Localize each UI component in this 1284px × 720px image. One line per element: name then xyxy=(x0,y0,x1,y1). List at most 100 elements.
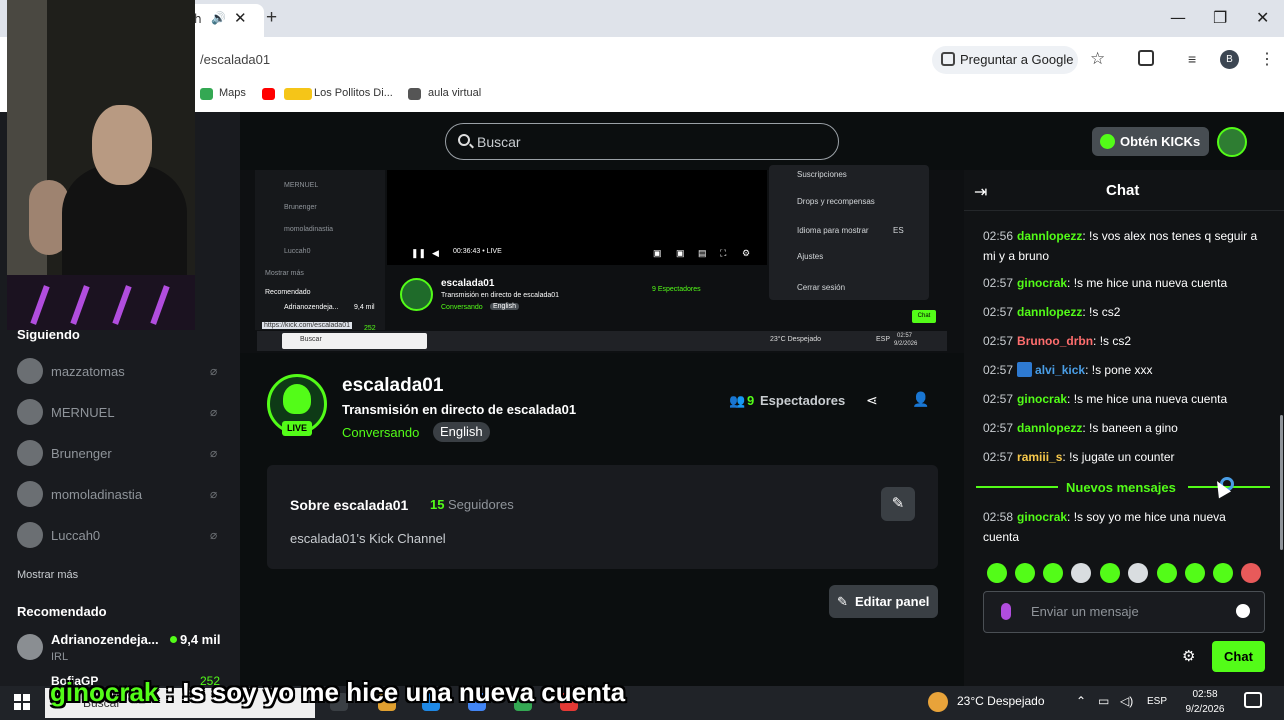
screen: { "browser": { "tab_fragment": "h", "add… xyxy=(0,0,1284,720)
recommended-viewers: 9,4 mil xyxy=(180,632,221,647)
sidebar-item-brunenger[interactable]: Brunenger xyxy=(51,446,112,461)
network-icon[interactable]: ▭ xyxy=(1098,694,1109,708)
stream-category[interactable]: Conversando xyxy=(342,425,419,440)
chat-send-button[interactable]: Chat xyxy=(1212,641,1265,672)
sidebar-item-mernuel[interactable]: MERNUEL xyxy=(51,405,115,420)
follow-icon[interactable]: 👤 xyxy=(912,391,929,408)
google-lens-icon xyxy=(941,52,955,66)
extensions-icon[interactable] xyxy=(1138,50,1154,66)
emote-icon[interactable] xyxy=(1043,563,1063,583)
recommended-channel-name[interactable]: Adrianozendeja... xyxy=(51,632,159,647)
captured-show-more: Mostrar más xyxy=(265,270,304,277)
sidebar-item-momoladinastia[interactable]: momoladinastia xyxy=(51,487,142,502)
captured-chat-button: Chat xyxy=(912,310,936,323)
captured-rec-name: Adrianozendeja... xyxy=(284,304,339,311)
recommended-category: IRL xyxy=(51,651,69,663)
captured-channel-avatar xyxy=(400,278,433,311)
viewers-label: Espectadores xyxy=(760,393,846,408)
captured-gear-icon: ⚙ xyxy=(742,248,751,258)
emote-icon[interactable] xyxy=(1241,563,1261,583)
captured-clock-time: 02:57 xyxy=(897,333,913,339)
notifications-icon[interactable] xyxy=(1244,692,1262,708)
channel-description: escalada01's Kick Channel xyxy=(290,531,446,546)
close-tab-icon[interactable]: ✕ xyxy=(234,9,247,27)
chat-message: 02:57 alvi_kick: !s pone xxx xyxy=(983,362,1153,377)
emote-icon[interactable] xyxy=(1128,563,1148,583)
avatar[interactable] xyxy=(17,440,43,466)
captured-fullscreen-icon: ⛶ xyxy=(720,248,727,258)
tray-chevron-icon[interactable]: ⌃ xyxy=(1076,694,1086,708)
emote-icon[interactable] xyxy=(1213,563,1233,583)
kicks-coin-icon xyxy=(1100,134,1115,149)
collapse-chat-icon[interactable]: ⇥ xyxy=(974,182,987,202)
captured-weather: 23°C Despejado xyxy=(770,336,822,343)
media-control-icon[interactable]: ≡ xyxy=(1188,51,1196,67)
captured-player-icon: ▣ xyxy=(676,248,685,258)
show-more-link[interactable]: Mostrar más xyxy=(17,569,78,581)
url-field[interactable]: /escalada01 xyxy=(200,52,270,67)
sidebar-item-luccah0[interactable]: Luccah0 xyxy=(51,528,100,543)
chat-message: 02:57 dannlopezz: !s baneen a gino xyxy=(983,421,1178,435)
captured-channel-name: escalada01 xyxy=(441,278,495,289)
edit-about-button[interactable]: ✎ xyxy=(881,487,915,521)
volume-icon[interactable]: ◁) xyxy=(1120,694,1133,708)
captured-menu-item: Suscripciones xyxy=(797,170,847,179)
emote-icon[interactable] xyxy=(1157,563,1177,583)
minimize-icon[interactable]: — xyxy=(1170,8,1186,27)
captured-time: 00:36:43 • LIVE xyxy=(453,248,502,255)
ask-google-label: Preguntar a Google xyxy=(960,52,1074,67)
edit-panel-label: Editar panel xyxy=(855,594,930,609)
avatar[interactable] xyxy=(17,634,43,660)
captured-lang: ESP xyxy=(876,336,891,343)
captured-sidebar-item: MERNUEL xyxy=(284,182,319,189)
volume-icon: ◀ xyxy=(432,248,439,258)
avatar[interactable] xyxy=(17,358,43,384)
language-indicator[interactable]: ESP xyxy=(1147,696,1167,707)
avatar[interactable] xyxy=(17,399,43,425)
language-tag[interactable]: English xyxy=(433,422,490,442)
user-avatar[interactable] xyxy=(1217,127,1247,157)
speaker-icon[interactable]: 🔊 xyxy=(211,11,226,25)
maps-icon xyxy=(200,88,213,100)
bookmark-aula-virtual[interactable]: aula virtual xyxy=(428,87,481,99)
taskbar-weather[interactable]: 23°C Despejado xyxy=(957,694,1045,708)
emote-icon[interactable] xyxy=(1185,563,1205,583)
captured-menu-item: Drops y recompensas xyxy=(797,197,875,206)
emote-icon[interactable] xyxy=(1100,563,1120,583)
emote-icon[interactable] xyxy=(1071,563,1091,583)
about-panel xyxy=(267,465,938,569)
offline-icon: ⌀ xyxy=(210,528,218,542)
avatar[interactable] xyxy=(17,522,43,548)
emoji-picker-icon[interactable] xyxy=(1236,604,1250,618)
emote-icon[interactable] xyxy=(1015,563,1035,583)
viewers-count: 9 xyxy=(747,393,755,408)
taskbar-clock[interactable]: 02:58 9/2/2026 xyxy=(1176,687,1234,717)
channel-name[interactable]: escalada01 xyxy=(342,375,443,397)
share-icon[interactable]: ⋖ xyxy=(866,392,878,409)
browser-menu-icon[interactable]: ⋮ xyxy=(1259,49,1275,69)
chick-emoji-icon xyxy=(284,88,312,100)
restore-icon[interactable]: ❐ xyxy=(1213,8,1227,27)
stream-title: Transmisión en directo de escalada01 xyxy=(342,402,577,417)
close-window-icon[interactable]: ✕ xyxy=(1256,8,1269,27)
chat-settings-icon[interactable]: ⚙ xyxy=(1182,647,1195,665)
sidebar-item-mazzatomas[interactable]: mazzatomas xyxy=(51,364,125,379)
windows-start-icon[interactable] xyxy=(14,694,30,710)
bookmark-star-icon[interactable]: ☆ xyxy=(1090,49,1105,69)
chat-scrollbar[interactable] xyxy=(1280,415,1283,550)
microphone-icon[interactable] xyxy=(1001,603,1011,620)
new-messages-label[interactable]: Nuevos mensajes xyxy=(1066,480,1176,495)
captured-sidebar-item: momoladinastia xyxy=(284,226,334,233)
captured-stream-title: Transmisión en directo de escalada01 xyxy=(441,292,560,299)
profile-avatar[interactable]: B xyxy=(1220,50,1239,69)
captured-rec-viewers: 9,4 mil xyxy=(354,304,375,311)
bookmark-pollitos[interactable]: Los Pollitos Di... xyxy=(314,87,393,99)
emote-icon[interactable] xyxy=(987,563,1007,583)
captured-menu-item: Ajustes xyxy=(797,252,824,261)
new-tab-icon[interactable]: + xyxy=(266,7,277,29)
pause-icon: ❚❚ xyxy=(411,248,427,258)
chat-message: 02:57 dannlopezz: !s cs2 xyxy=(983,305,1121,319)
weather-moon-icon[interactable] xyxy=(928,692,948,712)
bookmark-maps[interactable]: Maps xyxy=(219,87,246,99)
avatar[interactable] xyxy=(17,481,43,507)
